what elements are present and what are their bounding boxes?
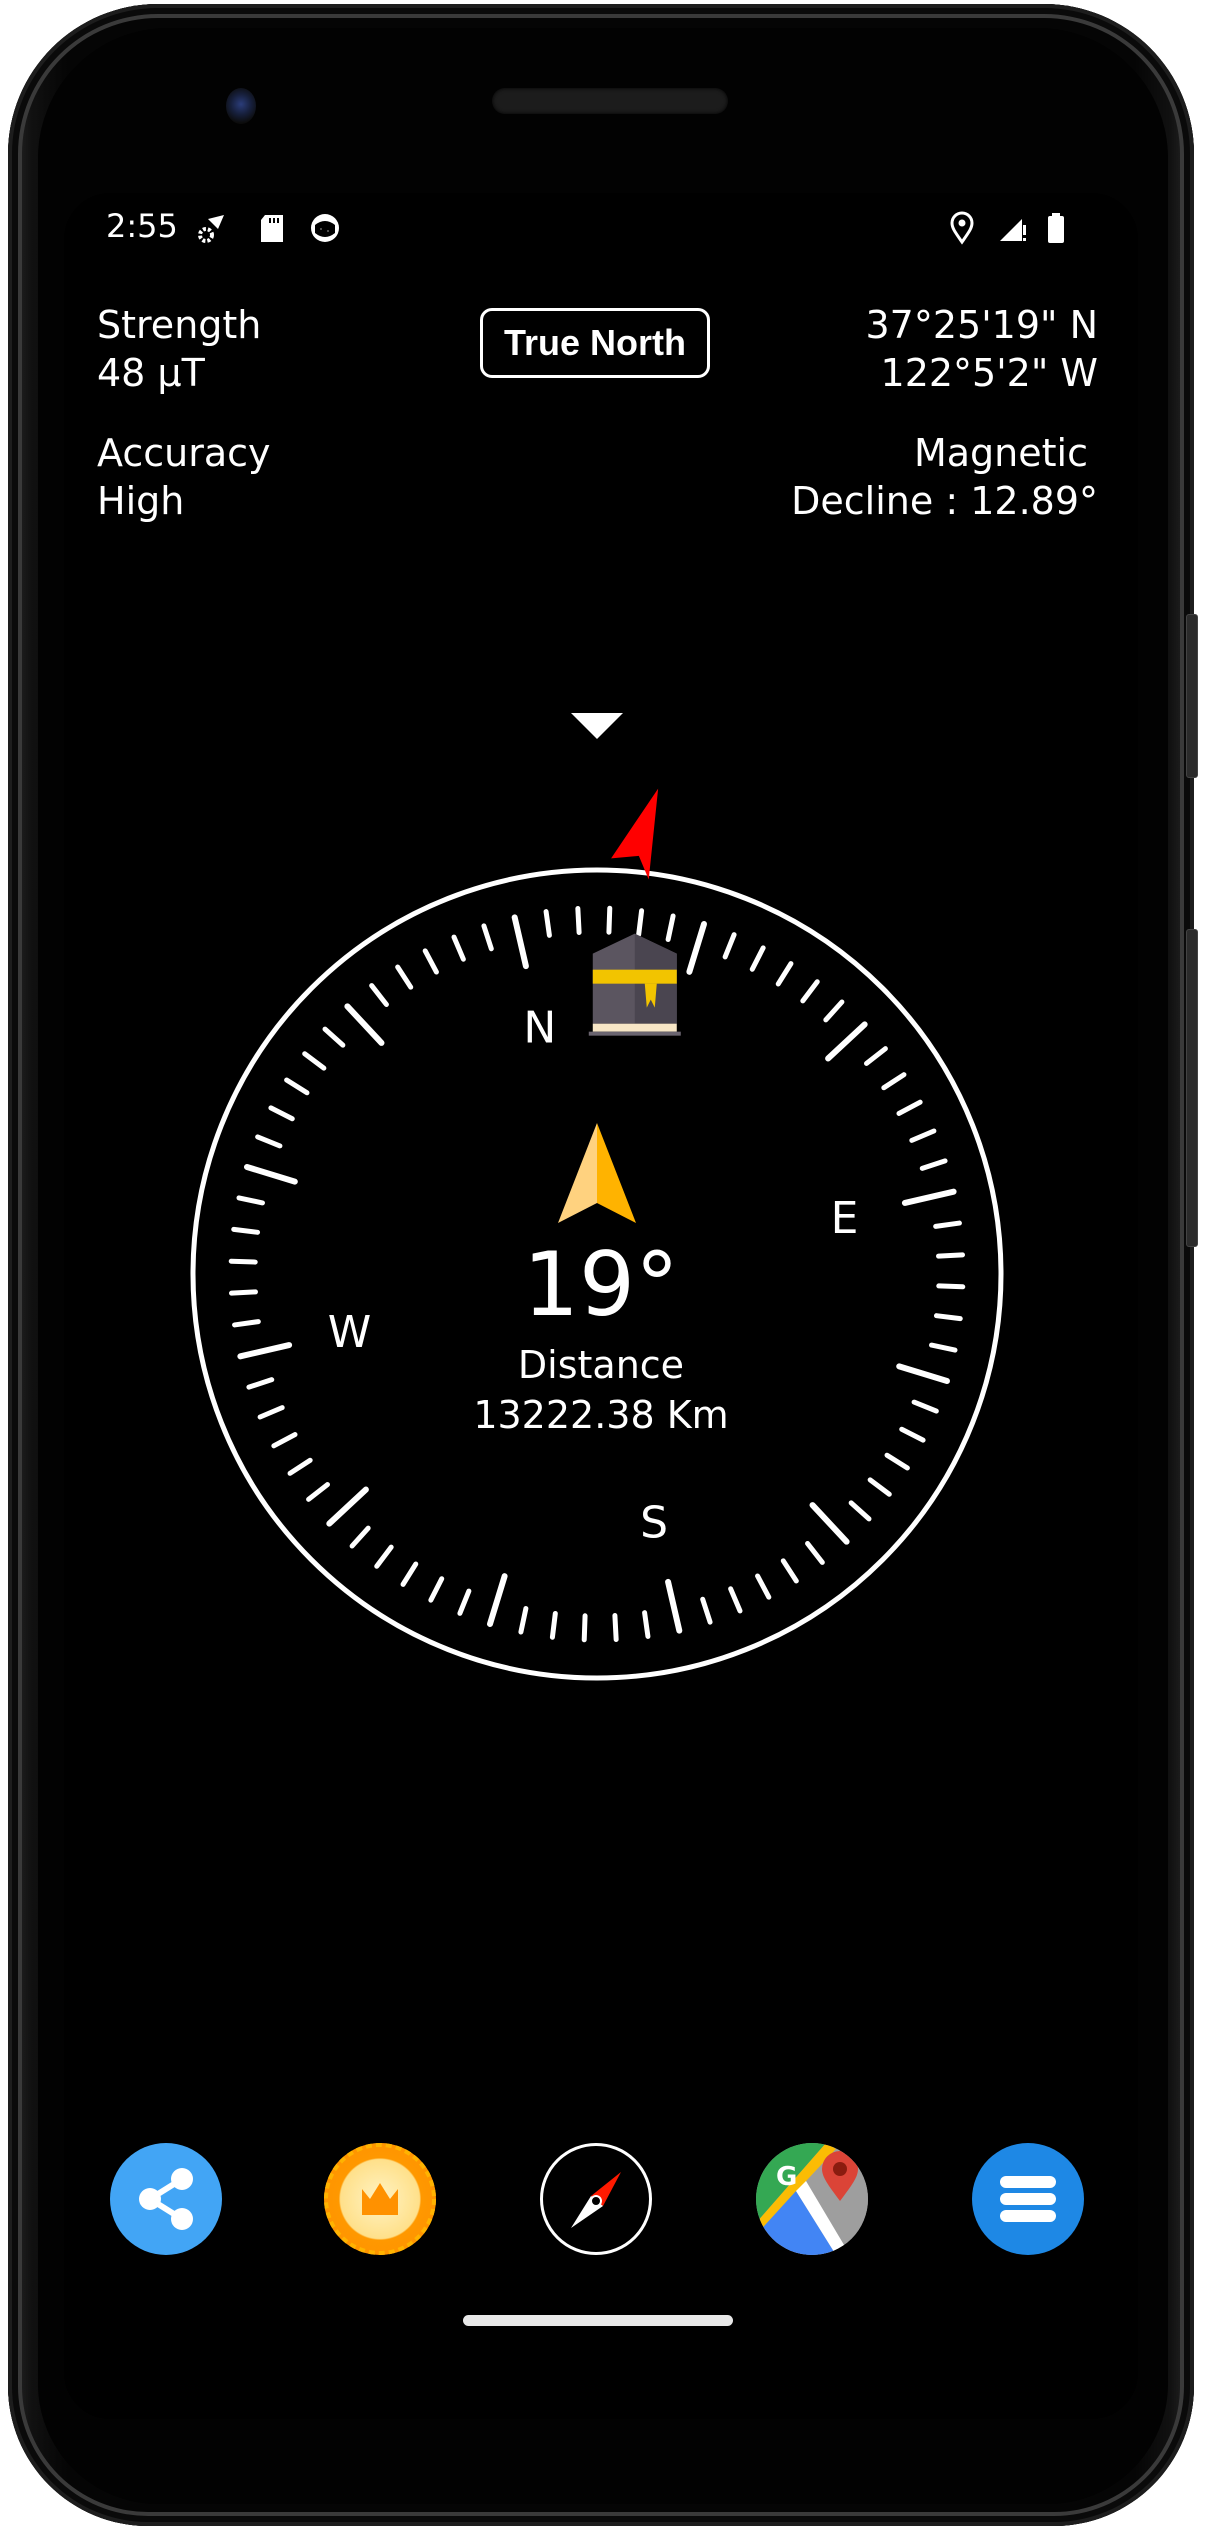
minor-tick	[848, 1500, 872, 1522]
heading-degrees: 19°	[523, 1233, 679, 1336]
earpiece-speaker	[492, 88, 728, 114]
minor-tick	[549, 1610, 558, 1640]
google-maps-button[interactable]: G	[756, 2143, 868, 2255]
share-button[interactable]	[110, 2143, 222, 2255]
minor-tick	[909, 1128, 937, 1143]
minor-tick	[919, 1158, 948, 1171]
minor-tick	[863, 1046, 888, 1066]
premium-button[interactable]	[324, 2143, 436, 2255]
compass-icon	[571, 2172, 621, 2228]
minor-tick	[428, 1576, 445, 1603]
major-tick	[901, 1188, 957, 1206]
power-button	[1186, 614, 1198, 778]
minor-tick	[481, 923, 494, 952]
google-maps-icon: G	[756, 2143, 868, 2255]
menu-button[interactable]	[972, 2143, 1084, 2255]
minor-tick	[457, 1588, 472, 1616]
kaaba-icon	[588, 933, 681, 1036]
minor-tick	[896, 1099, 923, 1116]
major-tick	[344, 1003, 385, 1046]
minor-tick	[722, 932, 737, 960]
front-camera	[226, 88, 256, 124]
major-tick	[665, 1578, 683, 1634]
minor-tick	[543, 909, 552, 938]
minor-tick	[805, 1540, 825, 1565]
minor-tick	[780, 1558, 799, 1584]
home-gesture-bar[interactable]	[463, 2315, 733, 2326]
minor-tick	[236, 1195, 265, 1206]
minor-tick	[823, 999, 845, 1023]
minor-tick	[575, 906, 582, 935]
minor-tick	[255, 1134, 283, 1149]
major-tick	[809, 1502, 850, 1545]
minor-tick	[775, 961, 794, 987]
major-tick	[511, 914, 529, 970]
major-tick	[686, 920, 708, 975]
app-screen: 2:55 Strength 48 µT Accuracy High True N…	[64, 193, 1138, 2419]
minor-tick	[369, 983, 389, 1008]
cardinal-s: S	[640, 1497, 668, 1548]
minor-tick	[374, 1544, 394, 1569]
minor-tick	[422, 948, 439, 975]
volume-button	[1186, 929, 1198, 1247]
minor-tick	[302, 1051, 327, 1071]
cardinal-n: N	[523, 1003, 556, 1054]
distance-value: 13222.38 Km	[473, 1393, 729, 1437]
minor-tick	[395, 964, 414, 990]
svg-text:G: G	[776, 2162, 797, 2192]
minor-tick	[451, 934, 466, 962]
major-tick	[243, 1163, 298, 1185]
minor-tick	[581, 1613, 588, 1643]
minor-tick	[349, 1525, 371, 1549]
minor-tick	[884, 1452, 910, 1471]
minor-tick	[612, 1613, 619, 1642]
minor-tick	[322, 1026, 346, 1048]
minor-tick	[749, 945, 766, 972]
minor-tick	[867, 1477, 892, 1497]
share-icon	[139, 2168, 193, 2230]
minor-tick	[518, 1606, 529, 1635]
minor-tick	[400, 1561, 419, 1587]
minor-tick	[700, 1596, 713, 1625]
compass-button[interactable]	[540, 2143, 652, 2255]
minor-tick	[881, 1072, 907, 1091]
minor-tick	[728, 1586, 743, 1614]
minor-tick	[606, 905, 613, 935]
qibla-direction-arrow-icon	[558, 1123, 636, 1223]
major-tick	[326, 1486, 369, 1527]
minor-tick	[800, 979, 820, 1004]
minor-tick	[755, 1573, 772, 1600]
menu-icon	[1000, 2176, 1056, 2222]
distance-label: Distance	[517, 1343, 685, 1387]
minor-tick	[284, 1077, 310, 1096]
heading-indicator-icon	[571, 713, 623, 739]
minor-tick	[933, 1220, 962, 1229]
minor-tick	[642, 1610, 651, 1639]
minor-tick	[636, 908, 645, 938]
major-tick	[825, 1021, 868, 1062]
major-tick	[486, 1573, 508, 1628]
minor-tick	[287, 1457, 313, 1476]
minor-tick	[665, 913, 676, 942]
minor-tick	[268, 1105, 295, 1122]
crown-badge-icon	[324, 2143, 436, 2255]
qibla-pointer-icon	[611, 788, 659, 880]
minor-tick	[306, 1482, 331, 1502]
minor-tick	[231, 1226, 261, 1235]
